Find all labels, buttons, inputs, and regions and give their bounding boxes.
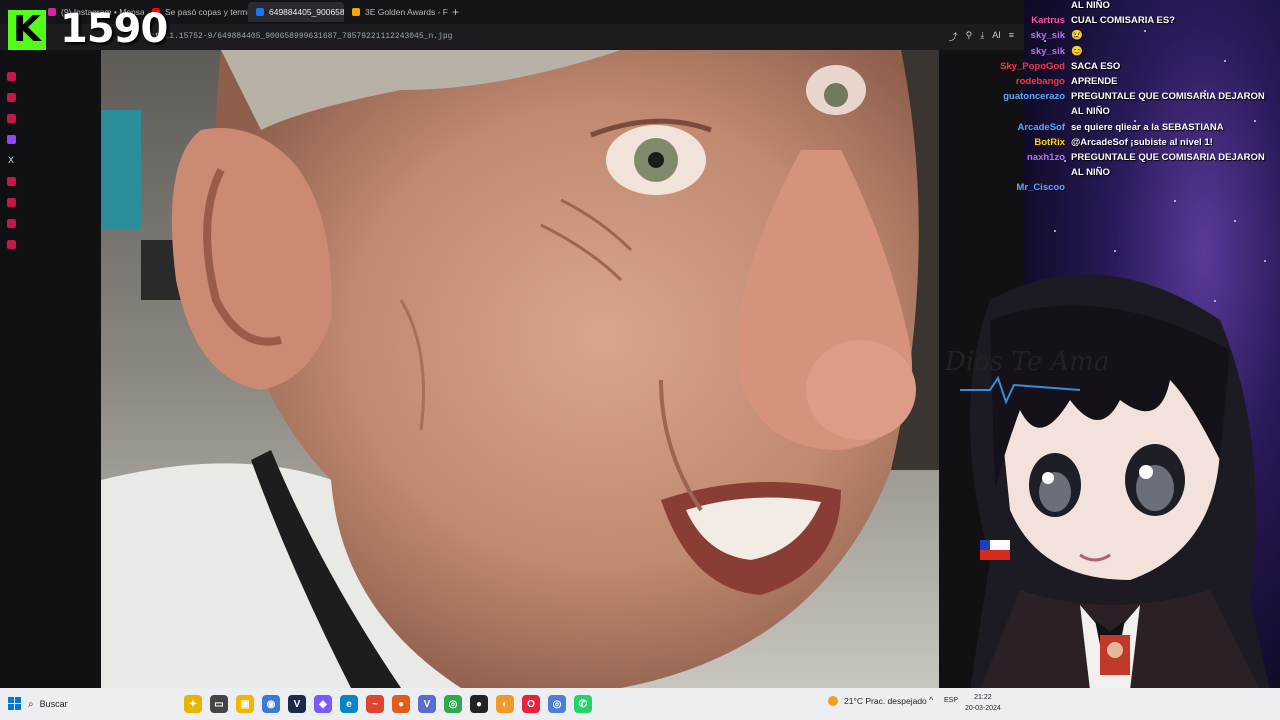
tab-favicon-icon [48, 8, 56, 16]
star-decoration [1054, 230, 1056, 232]
new-tab-button[interactable]: + [448, 5, 459, 19]
chat-message: ArcadeSof se quiere qliear a la SEBASTIAN… [990, 122, 1280, 137]
taskbar-app-icon[interactable]: ◐ [496, 695, 514, 713]
sidebar-app-icon[interactable] [6, 219, 16, 228]
chat-message: naxh1zo PREGUNTALE QUE COMISARIA DEJARON [990, 152, 1280, 167]
twitch-icon[interactable] [6, 135, 16, 144]
chat-text: 😢 [1071, 30, 1083, 42]
star-decoration [1174, 200, 1176, 202]
screen: (9) Instagram • MensajesSe pasó copas y … [0, 0, 1280, 720]
download-icon[interactable]: ⤓ [980, 30, 984, 43]
settings-icon[interactable] [6, 240, 16, 249]
search-label: Buscar [39, 699, 68, 709]
chat-message: AL NIÑO [990, 167, 1280, 182]
chat-username[interactable]: guatoncerazo [1003, 91, 1065, 102]
taskbar-app-icon[interactable]: V [288, 695, 306, 713]
search-icon: ⌕ [28, 698, 34, 710]
chat-username[interactable]: Kartrus [1031, 15, 1065, 26]
taskbar-app-icon[interactable]: ✆ [574, 695, 592, 713]
taskbar-app-icon[interactable]: e [340, 695, 358, 713]
weather-text: 21°C Prac. despejado [844, 696, 927, 706]
chat-text: se quiere qliear a la SEBASTIANA [1071, 121, 1224, 133]
chat-message: Sky_PopoGod SACA ESO [990, 61, 1280, 76]
chat-text: @ArcadeSof ¡subiste al nivel 1! [1071, 136, 1213, 148]
sidebar-app-icon[interactable] [6, 198, 16, 207]
chat-username[interactable]: BotRix [1034, 137, 1065, 148]
share-icon[interactable]: ⤴ [949, 30, 958, 43]
chat-text: 😊 [1071, 45, 1083, 57]
chat-message: sky_sik 😢 [990, 30, 1280, 45]
taskbar-search[interactable]: ⌕ Buscar [28, 694, 178, 714]
start-button[interactable] [8, 697, 21, 710]
displayed-photo [101, 50, 939, 688]
chat-message: Mr_Ciscoo [990, 182, 1280, 197]
vtuber-avatar: Dios Te Ama [930, 260, 1280, 690]
weather-widget[interactable]: 21°C Prac. despejado [828, 696, 927, 706]
chat-text: CUAL COMISARIA ES? [1071, 15, 1175, 27]
chat-username[interactable]: sky_sik [1031, 46, 1065, 57]
browser-tab[interactable]: 649884405_900658999 [248, 2, 344, 22]
lock-icon[interactable]: ⚲ [966, 30, 973, 43]
chat-text: AL NIÑO [1071, 0, 1110, 11]
chat-text: PREGUNTALE QUE COMISARIA DEJARON [1071, 151, 1265, 163]
chat-text: SACA ESO [1071, 60, 1121, 72]
sidebar-app-icon[interactable] [6, 177, 16, 186]
tab-label: 3E Golden Awards - Fotos [365, 7, 448, 17]
tab-favicon-icon [352, 8, 360, 16]
x-icon[interactable]: X [8, 156, 14, 165]
taskbar-app-icon[interactable]: ● [392, 695, 410, 713]
url-text[interactable]: ct/t1.15752-9/649884405_900658999631687_… [150, 32, 452, 41]
taskbar-app-icon[interactable]: ◎ [548, 695, 566, 713]
taskbar-app-icon[interactable]: ▭ [210, 695, 228, 713]
chat-text: PREGUNTALE QUE COMISARIA DEJARON [1071, 91, 1265, 103]
chat-username[interactable]: Mr_Ciscoo [1016, 182, 1065, 193]
chat-username[interactable]: ArcadeSof [1017, 122, 1065, 133]
chat-message: sky_sik 😊 [990, 46, 1280, 61]
chat-message: guatoncerazo PREGUNTALE QUE COMISARIA DEJ… [990, 91, 1280, 106]
chat-username[interactable]: Sky_PopoGod [1000, 61, 1065, 72]
taskbar-app-icon[interactable]: ✦ [184, 695, 202, 713]
tab-favicon-icon [256, 8, 264, 16]
weather-icon [828, 696, 838, 706]
taskbar-app-icon[interactable]: ▣ [236, 695, 254, 713]
star-decoration [1234, 220, 1236, 222]
tab-label: 649884405_900658999 [269, 7, 344, 17]
taskbar-app-icon[interactable]: ◆ [314, 695, 332, 713]
taskbar-app-icon[interactable]: ● [470, 695, 488, 713]
chat-username[interactable]: sky_sik [1031, 30, 1065, 41]
chat-message: BotRix @ArcadeSof ¡subiste al nivel 1! [990, 137, 1280, 152]
viewer-count: 1590 [60, 6, 168, 52]
clock-date: 20-03-2024 [965, 705, 1001, 712]
chat-username[interactable]: naxh1zo [1027, 152, 1065, 163]
browser-sidebar: X [0, 50, 22, 688]
chat-text: APRENDE [1071, 75, 1118, 87]
tab-label: Se pasó copas y terminó [165, 7, 248, 17]
stream-chat: AL NIÑO Kartrus CUAL COMISARIA ES? sky_sik 😢… [990, 0, 1280, 197]
kick-logo: K [8, 10, 46, 50]
chevron-up-icon[interactable]: ^ [929, 695, 933, 705]
chat-message: AL NIÑO [990, 106, 1280, 121]
chat-message: AL NIÑO [990, 0, 1280, 15]
taskbar-apps: ✦ ▭ ▣ ◉ V ◆ e ~ ● V ◎ ● ◐ O ◎ ✆ [184, 695, 592, 713]
taskbar-app-icon[interactable]: V [418, 695, 436, 713]
sidebar-app-icon[interactable] [6, 114, 16, 123]
taskbar-app-icon[interactable]: ~ [366, 695, 384, 713]
clock-time: 21:22 [974, 694, 992, 701]
chat-text: AL NIÑO [1071, 167, 1110, 179]
language-indicator[interactable]: ESP [944, 697, 958, 704]
sidebar-app-icon[interactable] [6, 93, 16, 102]
sidebar-app-icon[interactable] [6, 72, 16, 81]
chat-username[interactable]: rodebango [1016, 76, 1065, 87]
chat-message: rodebango APRENDE [990, 76, 1280, 91]
chat-message: Kartrus CUAL COMISARIA ES? [990, 15, 1280, 30]
windows-taskbar: ⌕ Buscar ✦ ▭ ▣ ◉ V ◆ e ~ ● V ◎ ● ◐ O ◎ ✆ 21°C Prac. des… [0, 688, 1280, 720]
avatar-sign-text: Dios Te Ama [944, 347, 1109, 377]
browser-tab[interactable]: 3E Golden Awards - Fotos [344, 2, 448, 22]
star-decoration [1114, 250, 1116, 252]
clock[interactable]: 21:22 20-03-2024 [965, 692, 1001, 714]
chat-text: AL NIÑO [1071, 106, 1110, 118]
taskbar-app-icon[interactable]: O [522, 695, 540, 713]
taskbar-app-icon[interactable]: ◉ [262, 695, 280, 713]
taskbar-app-icon[interactable]: ◎ [444, 695, 462, 713]
